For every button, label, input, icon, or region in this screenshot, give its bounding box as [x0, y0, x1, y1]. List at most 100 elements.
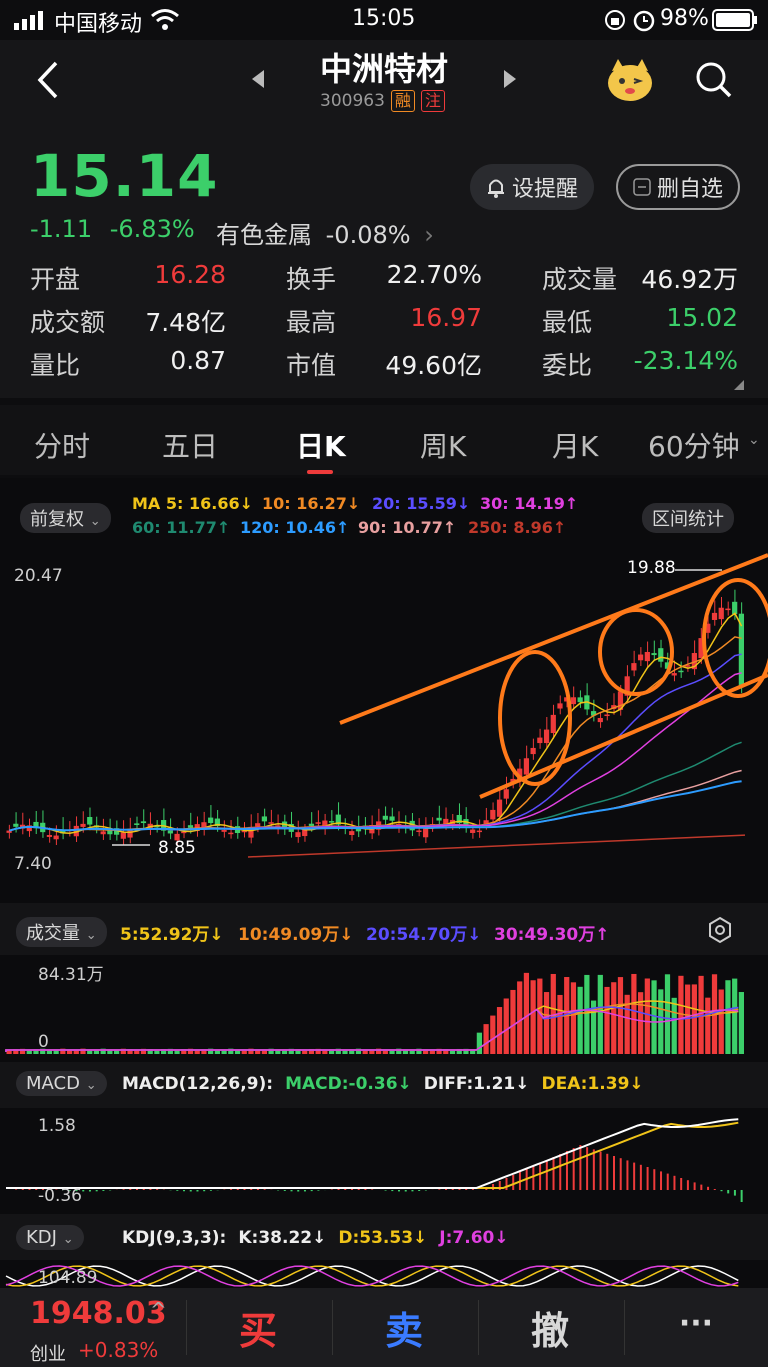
volume-bar	[604, 986, 610, 1054]
macd-label: MACD	[26, 1073, 80, 1094]
tab-1[interactable]: 五日	[162, 425, 218, 465]
ma-legend-item: MA 5: 16.66↓	[132, 494, 253, 513]
price-change: -1.11 -6.83%	[30, 215, 195, 243]
ma-legend-item: 30: 14.19↑	[480, 494, 579, 513]
macd-dropdown[interactable]: MACD ⌄	[16, 1071, 107, 1096]
chevron-down-icon: ⌄	[89, 514, 101, 529]
kdj-dropdown[interactable]: KDJ ⌄	[16, 1225, 84, 1250]
volume-bar	[483, 1024, 489, 1054]
register-tag: 注	[420, 90, 445, 112]
candle-body	[53, 835, 59, 840]
settings-icon[interactable]	[706, 916, 734, 944]
chevron-up-icon[interactable]: ^	[150, 1298, 167, 1322]
candle-body	[295, 832, 301, 838]
ma250-line	[247, 834, 746, 858]
kdj-chart[interactable]	[0, 1262, 768, 1288]
stock-code-row: 300963 融 注	[320, 90, 445, 112]
stat-value: 46.92万	[641, 265, 738, 294]
candle-body	[550, 714, 556, 734]
cancel-order-button[interactable]: 撤	[480, 1300, 620, 1355]
stat-value: -23.14%	[633, 346, 738, 375]
candle-body	[537, 737, 543, 744]
sector-name: 有色金属	[216, 221, 312, 249]
candle-body	[328, 821, 335, 823]
volume-bar	[113, 1050, 120, 1054]
volume-bar	[597, 974, 603, 1054]
candle-body	[140, 821, 147, 824]
volume-chart[interactable]	[0, 958, 768, 1058]
remove-watchlist-button[interactable]: 删自选	[616, 164, 740, 210]
candle-body	[523, 758, 530, 775]
stat-value: 22.70%	[386, 260, 482, 289]
kdj-legend: KDJ(9,3,3): K:38.22↓ D:53.53↓ J:7.60↓	[122, 1228, 509, 1248]
sell-button[interactable]: 卖	[334, 1300, 474, 1355]
kdj-params: KDJ(9,3,3):	[122, 1228, 227, 1248]
candlestick-chart[interactable]	[0, 545, 768, 885]
volume-dropdown[interactable]: 成交量 ⌄	[16, 917, 107, 947]
candle-body	[644, 651, 650, 662]
tab-3[interactable]: 周K	[420, 425, 466, 465]
candle-body	[302, 829, 308, 837]
volume-bar	[557, 994, 563, 1054]
index-name: 创业	[30, 1344, 66, 1365]
candle-body	[261, 816, 268, 822]
candle-body	[638, 654, 644, 661]
volume-bar	[503, 998, 509, 1054]
tab-5[interactable]: 60分钟	[648, 425, 740, 465]
tab-0[interactable]: 分时	[34, 425, 90, 465]
candle-body	[530, 747, 536, 755]
candle-body	[503, 789, 509, 799]
sector-link[interactable]: 有色金属 -0.08% ›	[216, 215, 434, 250]
candle-body	[315, 822, 321, 824]
battery-icon	[712, 9, 757, 31]
search-icon[interactable]	[694, 60, 734, 100]
volume-bar	[174, 1050, 180, 1054]
clock: 15:05	[352, 6, 416, 31]
change-percent: -6.83%	[109, 215, 195, 243]
stat-value: 15.02	[666, 303, 738, 332]
volume-bar	[429, 1050, 435, 1054]
kdj-line	[5, 1265, 739, 1287]
candle-body	[557, 703, 563, 709]
volume-bar	[631, 973, 637, 1054]
k-value: K:38.22↓	[238, 1228, 327, 1248]
volume-bar	[718, 989, 724, 1054]
tab-2[interactable]: 日K	[296, 425, 346, 465]
volume-bar	[738, 992, 744, 1054]
volume-bar	[194, 1050, 200, 1054]
candle-body	[658, 648, 664, 662]
volume-bar	[543, 992, 550, 1054]
candle-body	[718, 607, 724, 620]
adjust-dropdown[interactable]: 前复权 ⌄	[20, 503, 111, 533]
high-price-mark: 19.88	[627, 558, 676, 578]
volume-bar	[281, 1050, 288, 1054]
mascot-icon[interactable]	[604, 55, 656, 103]
index-value[interactable]: 1948.03	[30, 1296, 167, 1331]
tab-4[interactable]: 月K	[552, 425, 598, 465]
macd-chart[interactable]	[0, 1110, 768, 1210]
volume-bar	[570, 982, 577, 1054]
volume-bar	[671, 997, 677, 1054]
volume-axis-bottom: 0	[38, 1032, 49, 1052]
set-alert-button[interactable]: 设提醒	[470, 164, 594, 210]
range-stats-button[interactable]: 区间统计	[642, 503, 734, 533]
candle-body	[423, 828, 429, 838]
candle-body	[228, 832, 234, 835]
candle-body	[187, 825, 194, 828]
candle-body	[711, 612, 718, 620]
change-value: -1.11	[30, 215, 93, 243]
macd-value: MACD:-0.36↓	[285, 1074, 412, 1094]
price-axis-top: 20.47	[14, 566, 63, 586]
next-stock-icon[interactable]	[502, 70, 516, 88]
ma-legend-item: 20: 15.59↓	[372, 494, 471, 513]
candle-body	[490, 809, 496, 820]
candle-body	[80, 823, 86, 827]
kdj-label: KDJ	[26, 1227, 57, 1248]
more-button[interactable]: ···	[626, 1306, 766, 1341]
candle-body	[268, 822, 274, 824]
buy-button[interactable]: 买	[188, 1300, 328, 1355]
candle-body	[631, 663, 637, 671]
chevron-down-icon: ⌄	[85, 928, 97, 943]
candle-body	[308, 823, 315, 826]
expand-corner-icon[interactable]	[734, 380, 744, 390]
